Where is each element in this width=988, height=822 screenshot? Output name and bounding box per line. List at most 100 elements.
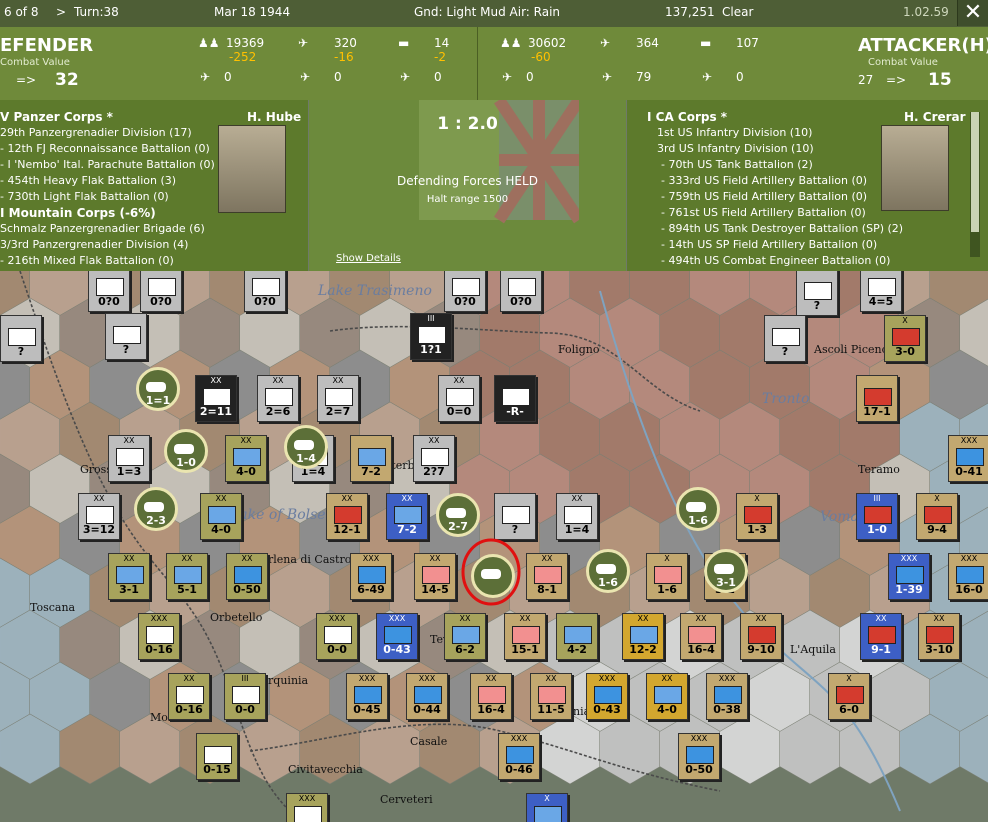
unit-counter[interactable]: XX 1=3 [108, 435, 150, 482]
unit-counter[interactable]: XX 0-50 [226, 553, 268, 600]
next-arrow-icon[interactable]: > [56, 5, 66, 19]
unit-list-item[interactable]: - 333rd US Field Artillery Battalion (0) [661, 174, 867, 187]
unit-counter[interactable]: XX 0=0 [438, 375, 480, 422]
unit-counter[interactable]: XX 8-1 [526, 553, 568, 600]
recon-unit-marker[interactable]: 2-7 [436, 493, 480, 537]
unit-counter[interactable]: XX 16-4 [680, 613, 722, 660]
close-button[interactable]: ✕ [957, 0, 988, 26]
unit-list-item[interactable]: - 759th US Field Artillery Battalion (0) [661, 190, 867, 203]
recon-unit-marker[interactable]: 1-6 [586, 549, 630, 593]
unit-counter[interactable]: XX 7-2 [386, 493, 428, 540]
unit-list-item[interactable]: - 894th US Tank Destroyer Battalion (SP)… [661, 222, 903, 235]
unit-counter[interactable]: XX 2=11 [195, 375, 237, 422]
defender-corps[interactable]: V Panzer Corps * [0, 110, 113, 124]
unit-counter[interactable]: XXX 0-0 [316, 613, 358, 660]
panel-scrollbar[interactable] [970, 112, 980, 257]
unit-counter[interactable]: 0?0 [500, 271, 542, 312]
unit-list-item[interactable]: Schmalz Panzergrenadier Brigade (6) [0, 222, 205, 235]
unit-counter[interactable]: XX 16-4 [470, 673, 512, 720]
unit-list-item[interactable]: - 454th Heavy Flak Battalion (3) [0, 174, 176, 187]
recon-unit-marker[interactable]: 1-0 [164, 429, 208, 473]
unit-counter[interactable]: XXX 0-41 [948, 435, 988, 482]
unit-counter[interactable]: XX 4-0 [200, 493, 242, 540]
unit-counter[interactable]: XX 1=4 [556, 493, 598, 540]
recon-unit-marker[interactable]: 2-3 [134, 487, 178, 531]
recon-unit-marker[interactable]: 1-4 [284, 425, 328, 469]
unit-counter[interactable]: XX 14-5 [414, 553, 456, 600]
unit-counter[interactable]: X 9-4 [916, 493, 958, 540]
unit-counter[interactable]: X 6-0 [828, 673, 870, 720]
unit-counter[interactable]: XXX 0-16 [138, 613, 180, 660]
unit-counter[interactable]: 4=5 [860, 271, 902, 312]
unit-counter[interactable]: 7-2 [350, 435, 392, 482]
unit-counter[interactable]: ? [494, 493, 536, 540]
scrollbar-thumb[interactable] [971, 112, 979, 232]
unit-counter[interactable]: XX 3-10 [918, 613, 960, 660]
unit-counter[interactable]: X 1-6 [646, 553, 688, 600]
unit-counter[interactable]: XX 4-0 [225, 435, 267, 482]
unit-counter[interactable]: -R- [494, 375, 536, 422]
unit-counter[interactable]: X 1-3 [736, 493, 778, 540]
unit-counter[interactable]: XXX 1-39 [888, 553, 930, 600]
unit-counter[interactable]: XXX [286, 793, 328, 822]
unit-counter[interactable]: XXX 0-43 [586, 673, 628, 720]
unit-counter[interactable]: III 0-0 [224, 673, 266, 720]
unit-list-item[interactable]: 3/3rd Panzergrenadier Division (4) [0, 238, 188, 251]
unit-counter[interactable]: III 1-0 [856, 493, 898, 540]
unit-counter[interactable]: XXX 0-46 [498, 733, 540, 780]
unit-counter[interactable]: 0?0 [140, 271, 182, 312]
unit-counter[interactable]: XX 4-0 [646, 673, 688, 720]
unit-counter[interactable]: XX 3-1 [108, 553, 150, 600]
unit-list-item[interactable]: - 761st US Field Artillery Battalion (0) [661, 206, 866, 219]
unit-counter[interactable]: ? [105, 313, 147, 360]
unit-counter[interactable]: XX 6-2 [444, 613, 486, 660]
unit-counter[interactable]: 0?0 [88, 271, 130, 312]
unit-counter[interactable]: XX 9-10 [740, 613, 782, 660]
unit-list-item[interactable]: - 12th FJ Reconnaissance Battalion (0) [0, 142, 210, 155]
unit-counter[interactable]: X [526, 793, 568, 822]
unit-counter[interactable]: ? [796, 271, 838, 316]
unit-counter[interactable]: XX 5-1 [166, 553, 208, 600]
unit-counter[interactable]: XXX 0-44 [406, 673, 448, 720]
unit-counter[interactable]: XX 0-16 [168, 673, 210, 720]
unit-counter[interactable]: XX 15-1 [504, 613, 546, 660]
unit-counter[interactable]: XX 11-5 [530, 673, 572, 720]
unit-counter[interactable]: ? [764, 315, 806, 362]
unit-list-item[interactable]: - 730th Light Flak Battalion (0) [0, 190, 169, 203]
unit-counter[interactable]: XXX 0-50 [678, 733, 720, 780]
recon-unit-marker[interactable]: 1-6 [676, 487, 720, 531]
unit-counter[interactable]: XX 2?7 [413, 435, 455, 482]
recon-unit-marker[interactable]: 3-1 [704, 549, 748, 593]
show-details-link[interactable]: Show Details [336, 253, 401, 264]
unit-list-item[interactable]: 3rd US Infantry Division (10) [657, 142, 814, 155]
unit-counter[interactable]: XX 3=12 [78, 493, 120, 540]
unit-counter[interactable]: XX 12-2 [622, 613, 664, 660]
unit-list-item[interactable]: 1st US Infantry Division (10) [657, 126, 812, 139]
unit-counter[interactable]: 0?0 [444, 271, 486, 312]
recon-unit-marker[interactable]: 1=1 [136, 367, 180, 411]
attacker-corps[interactable]: I CA Corps * [647, 110, 727, 124]
selected-unit-marker[interactable] [471, 554, 515, 598]
hex-map[interactable]: Lake Trasimeno Foligno Ascoli Piceno Teramo… [0, 271, 988, 822]
unit-list-item[interactable]: I Mountain Corps (-6%) [0, 206, 156, 220]
unit-counter[interactable]: XXX 6-49 [350, 553, 392, 600]
unit-counter[interactable]: 0-15 [196, 733, 238, 780]
unit-counter[interactable]: XXX 0-43 [376, 613, 418, 660]
unit-list-item[interactable]: - 70th US Tank Battalion (2) [661, 158, 813, 171]
unit-list-item[interactable]: - 216th Mixed Flak Battalion (0) [0, 254, 174, 267]
unit-list-item[interactable]: - 14th US SP Field Artillery Battalion (… [661, 238, 877, 251]
unit-list-item[interactable]: - I 'Nembo' Ital. Parachute Battalion (0… [0, 158, 215, 171]
unit-list-item[interactable]: 29th Panzergrenadier Division (17) [0, 126, 192, 139]
unit-counter[interactable]: XX 9-1 [860, 613, 902, 660]
unit-counter[interactable]: 4-2 [556, 613, 598, 660]
unit-counter[interactable]: X 3-0 [884, 315, 926, 362]
unit-counter[interactable]: XXX 16-0 [948, 553, 988, 600]
unit-counter[interactable]: XX 2=6 [257, 375, 299, 422]
unit-counter[interactable]: ? [0, 315, 42, 362]
unit-counter[interactable]: 17-1 [856, 375, 898, 422]
unit-counter[interactable]: XXX 0-38 [706, 673, 748, 720]
unit-counter[interactable]: 0?0 [244, 271, 286, 312]
unit-list-item[interactable]: - 494th US Combat Engineer Battalion (0) [661, 254, 890, 267]
unit-counter[interactable]: XXX 0-45 [346, 673, 388, 720]
unit-counter[interactable]: XX 12-1 [326, 493, 368, 540]
